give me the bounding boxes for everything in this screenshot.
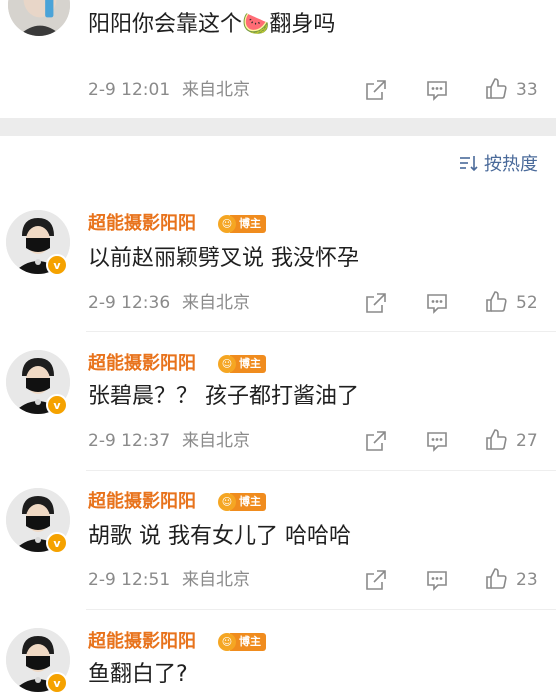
- avatar[interactable]: [8, 0, 70, 36]
- like-count: 27: [516, 430, 538, 452]
- author-badge: ☺ 博主: [218, 214, 266, 234]
- section-divider: [0, 118, 556, 136]
- verified-badge-icon: v: [46, 394, 68, 416]
- comment-time: 2-9 12:36: [88, 292, 170, 314]
- comment-text: 鱼翻白了?: [88, 660, 188, 690]
- sort-icon: [458, 152, 480, 174]
- comment-location: 来自北京: [182, 569, 250, 591]
- reply-icon[interactable]: [425, 568, 449, 592]
- divider: [86, 470, 556, 471]
- reply-icon[interactable]: [425, 78, 449, 102]
- share-icon[interactable]: [364, 568, 388, 592]
- sort-label: 按热度: [484, 150, 538, 176]
- comment-location: 来自北京: [182, 430, 250, 452]
- comment-time: 2-9 12:01: [88, 79, 170, 101]
- top-comment: 阳阳你会靠这个🍉翻身吗 2-9 12:01 来自北京 33: [0, 0, 556, 118]
- comment-time: 2-9 12:51: [88, 569, 170, 591]
- reply-icon[interactable]: [425, 291, 449, 315]
- share-icon[interactable]: [364, 291, 388, 315]
- comment-text: 张碧晨？？ 孩子都打酱油了: [88, 382, 359, 412]
- comment-text: 以前赵丽颖劈叉说 我没怀孕: [88, 244, 359, 274]
- comment-time: 2-9 12:37: [88, 430, 170, 452]
- like-icon[interactable]: [484, 290, 508, 314]
- like-count: 52: [516, 292, 538, 314]
- comment-location: 来自北京: [182, 79, 250, 101]
- author-badge: ☺ 博主: [218, 354, 266, 374]
- divider: [86, 331, 556, 332]
- username[interactable]: 超能摄影阳阳: [88, 212, 196, 236]
- author-badge-icon: ☺: [218, 633, 236, 651]
- author-badge: ☺ 博主: [218, 632, 266, 652]
- comment-item: v 超能摄影阳阳 ☺ 博主 胡歌 说 我有女儿了 哈哈哈 2-9 12:51 来…: [0, 484, 556, 610]
- author-badge-icon: ☺: [218, 355, 236, 373]
- share-icon[interactable]: [364, 429, 388, 453]
- comment-item: v 超能摄影阳阳 ☺ 博主 鱼翻白了?: [0, 624, 556, 696]
- verified-badge-icon: v: [46, 532, 68, 554]
- divider: [86, 609, 556, 610]
- username[interactable]: 超能摄影阳阳: [88, 352, 196, 376]
- comment-item: v 超能摄影阳阳 ☺ 博主 张碧晨？？ 孩子都打酱油了 2-9 12:37 来自…: [0, 346, 556, 472]
- author-badge-icon: ☺: [218, 215, 236, 233]
- like-icon[interactable]: [484, 77, 508, 101]
- like-icon[interactable]: [484, 428, 508, 452]
- sort-by-hot-button[interactable]: 按热度: [458, 148, 538, 178]
- reply-icon[interactable]: [425, 429, 449, 453]
- like-count: 33: [516, 79, 538, 101]
- verified-badge-icon: v: [46, 672, 68, 694]
- author-badge-icon: ☺: [218, 493, 236, 511]
- author-badge: ☺ 博主: [218, 492, 266, 512]
- comment-text: 阳阳你会靠这个🍉翻身吗: [88, 10, 335, 40]
- comment-location: 来自北京: [182, 292, 250, 314]
- verified-badge-icon: v: [46, 254, 68, 276]
- share-icon[interactable]: [364, 78, 388, 102]
- username[interactable]: 超能摄影阳阳: [88, 490, 196, 514]
- like-icon[interactable]: [484, 567, 508, 591]
- comment-item: v 超能摄影阳阳 ☺ 博主 以前赵丽颖劈叉说 我没怀孕 2-9 12:36 来自…: [0, 206, 556, 332]
- like-count: 23: [516, 569, 538, 591]
- comment-text: 胡歌 说 我有女儿了 哈哈哈: [88, 522, 351, 552]
- username[interactable]: 超能摄影阳阳: [88, 630, 196, 654]
